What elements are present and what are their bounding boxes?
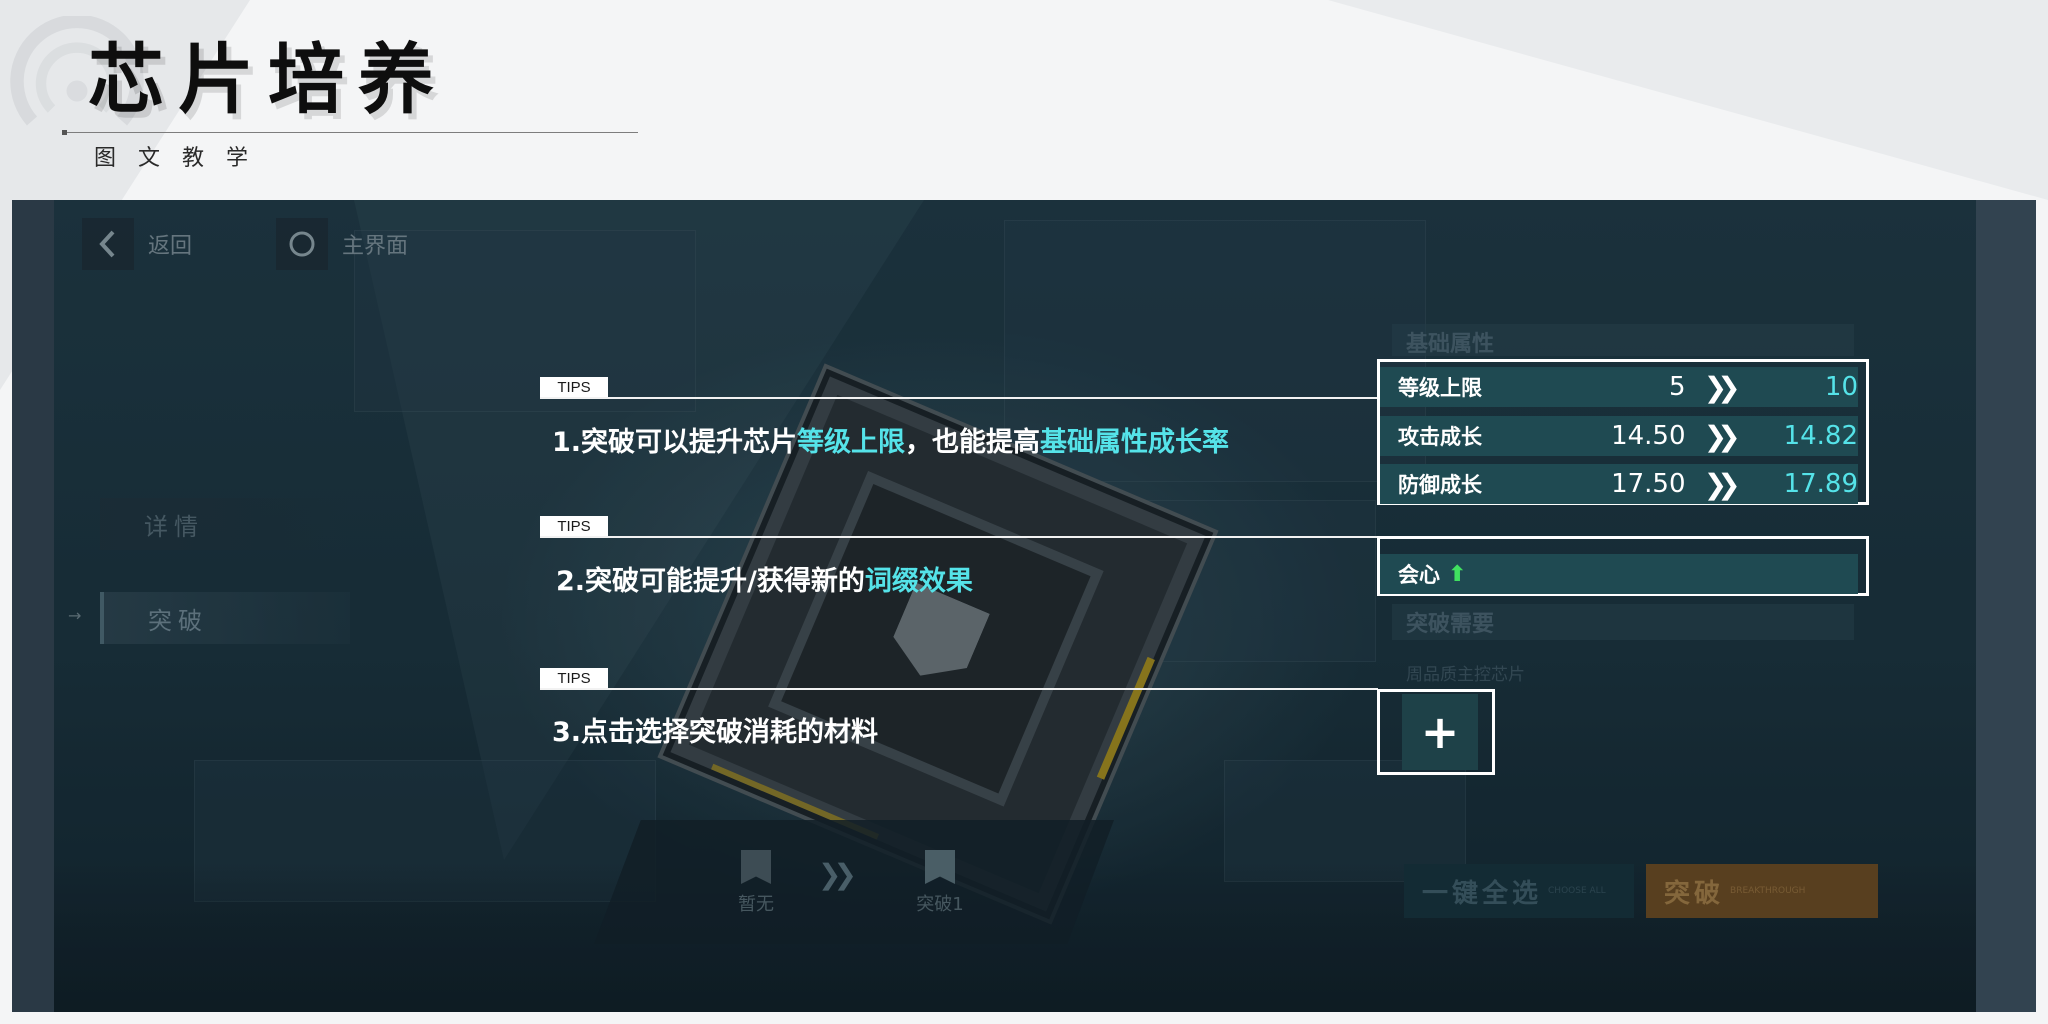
breakthrough-button[interactable]: 突破 BREAKTHROUGH xyxy=(1646,864,1878,918)
stat-row-attack-growth: 攻击成长 14.50 ❯❯ 14.82 xyxy=(1380,416,1858,456)
tip-2-tag: TIPS xyxy=(540,516,608,537)
stat-row-defense-growth: 防御成长 17.50 ❯❯ 17.89 xyxy=(1380,464,1858,504)
stat-row-level-cap: 等级上限 5 ❯❯ 10 xyxy=(1380,367,1858,407)
back-button[interactable]: 返回 xyxy=(82,218,192,270)
stat-from-value: 14.50 xyxy=(1611,421,1686,451)
tip-2-highlight-affix: 词缀效果 xyxy=(864,566,973,597)
tab-details[interactable]: 详情 xyxy=(100,498,350,550)
select-all-button[interactable]: 一键全选 CHOOSE ALL xyxy=(1404,864,1634,918)
tip-2-line xyxy=(540,536,1378,538)
stat-to-value: 14.82 xyxy=(1783,421,1858,451)
tip-2-text: 2.突破可能提升/获得新的词缀效果 xyxy=(556,559,973,598)
tip-3-line xyxy=(540,688,1378,690)
tip-1-part-1: 1.突破可以提升芯片 xyxy=(552,427,798,458)
tip-1-tag: TIPS xyxy=(540,377,608,398)
game-scene: 返回 主界面 详情 突破 → 暂无 ❯❯ 突破1 基础属性 突破需要 周品质主控… xyxy=(54,200,1976,1012)
stat-from-value: 17.50 xyxy=(1611,469,1686,499)
level-pedestal xyxy=(594,820,1114,944)
tab-details-label: 详情 xyxy=(144,512,204,541)
level-next-label: 突破1 xyxy=(916,894,964,915)
up-arrow-icon: ⬆ xyxy=(1448,561,1467,587)
tip-3-text: 3.点击选择突破消耗的材料 xyxy=(552,717,879,748)
tab-breakthrough[interactable]: 突破 xyxy=(100,592,350,644)
stat-name: 防御成长 xyxy=(1398,473,1482,497)
tab-breakthrough-label: 突破 xyxy=(148,606,208,635)
level-current-label: 暂无 xyxy=(738,894,774,915)
chevron-left-icon xyxy=(82,218,134,270)
double-chevron-icon: ❯❯ xyxy=(1703,467,1741,501)
break-need-header: 突破需要 xyxy=(1406,612,1495,637)
stat-name: 等级上限 xyxy=(1398,376,1482,400)
frame-edge-right xyxy=(1976,200,2036,1012)
stat-to-value: 10 xyxy=(1824,372,1858,402)
slide-subtitle: 图文教学 xyxy=(94,146,271,171)
bookmark-icon xyxy=(741,850,771,884)
affix-row: 会心 ⬆ xyxy=(1380,554,1858,594)
level-next: 突破1 xyxy=(900,850,980,916)
stat-to-value: 17.89 xyxy=(1783,469,1858,499)
back-label: 返回 xyxy=(148,234,193,259)
tip-1-highlight-growth: 基础属性成长率 xyxy=(1040,427,1230,458)
affix-name: 会心 xyxy=(1398,563,1440,587)
home-label: 主界面 xyxy=(342,234,409,259)
arrow-right-icon: → xyxy=(68,606,82,625)
bookmark-icon xyxy=(925,850,955,884)
game-screenshot: 返回 主界面 详情 突破 → 暂无 ❯❯ 突破1 基础属性 突破需要 周品质主控… xyxy=(12,200,2036,1012)
stat-name: 攻击成长 xyxy=(1398,425,1482,449)
select-all-label: 一键全选 xyxy=(1422,878,1543,909)
title-divider xyxy=(64,132,638,133)
breakthrough-label: 突破 xyxy=(1664,878,1725,909)
tip-2-part-1: 2.突破可能提升/获得新的 xyxy=(556,566,865,597)
level-current: 暂无 xyxy=(716,850,796,916)
base-attr-header: 基础属性 xyxy=(1406,332,1495,357)
double-chevron-icon: ❯❯ xyxy=(1703,419,1741,453)
material-caption: 周品质主控芯片 xyxy=(1406,665,1525,685)
tip-3-tag: TIPS xyxy=(540,668,608,689)
home-button[interactable]: 主界面 xyxy=(276,218,408,270)
double-chevron-icon: ❯❯ xyxy=(818,858,857,891)
tip-1-highlight-level-cap: 等级上限 xyxy=(797,427,906,458)
circle-home-icon xyxy=(276,218,328,270)
tip-1-text: 1.突破可以提升芯片等级上限，也能提高基础属性成长率 xyxy=(552,420,1229,459)
breakthrough-sublabel: BREAKTHROUGH xyxy=(1730,886,1806,896)
background-shape-right xyxy=(1328,0,2048,200)
add-material-slot[interactable]: + xyxy=(1402,694,1478,770)
stat-from-value: 5 xyxy=(1668,372,1686,402)
chip-accent xyxy=(1096,656,1155,780)
title-divider-dot xyxy=(62,130,67,135)
plus-icon: + xyxy=(1420,705,1460,759)
chip-inner-frame xyxy=(768,470,1104,807)
chip-core-emblem xyxy=(883,583,989,692)
double-chevron-icon: ❯❯ xyxy=(1703,370,1741,404)
slide-title: 芯片培养 xyxy=(88,35,448,124)
frame-edge-left xyxy=(12,200,54,1012)
tip-1-part-3: ，也能提高 xyxy=(905,427,1041,458)
select-all-sublabel: CHOOSE ALL xyxy=(1548,886,1606,896)
tip-1-line xyxy=(540,397,1378,399)
